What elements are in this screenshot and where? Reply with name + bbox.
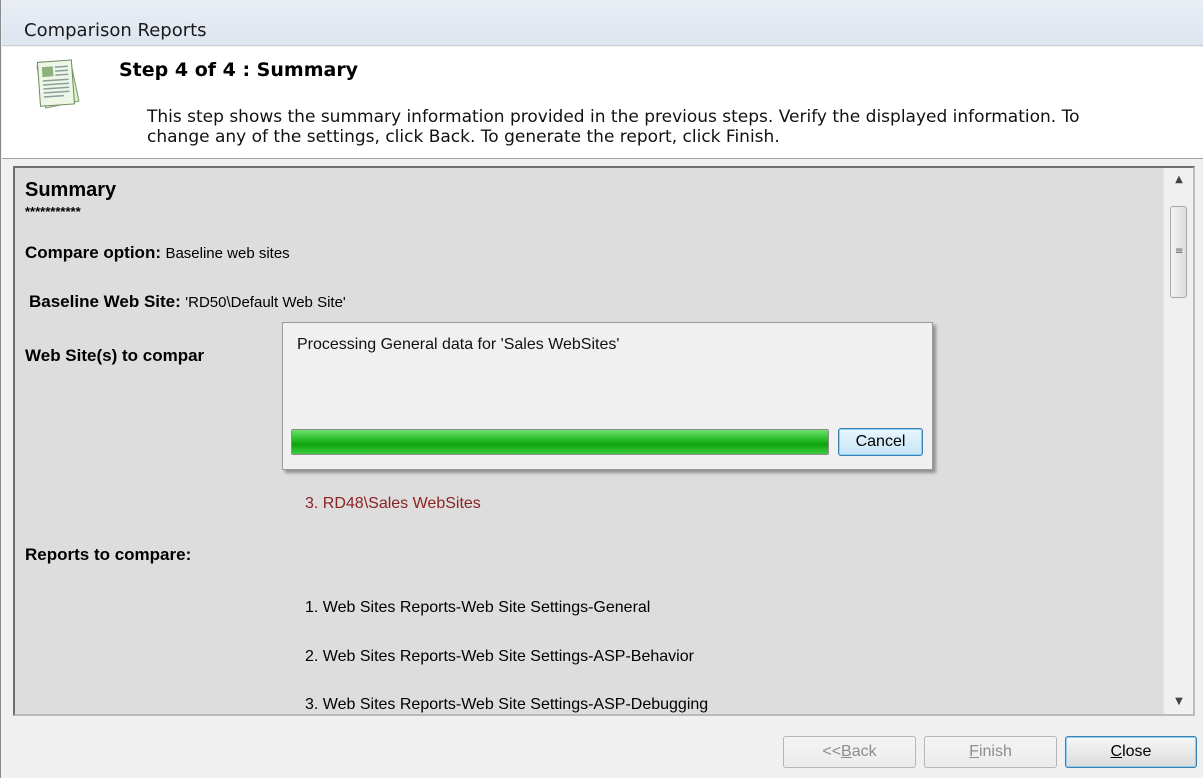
progress-dialog: Processing General data for 'Sales WebSi… (282, 322, 933, 470)
cancel-button[interactable]: Cancel (838, 428, 923, 456)
finish-button-rest: inish (978, 743, 1012, 760)
report-item-1: 1. Web Sites Reports-Web Site Settings-G… (305, 599, 651, 616)
back-button-prefix: << (822, 743, 842, 760)
step-title: Step 4 of 4 : Summary (119, 59, 359, 81)
scroll-down-arrow-icon[interactable]: ▼ (1164, 690, 1193, 714)
sites-to-compare-label: Web Site(s) to compar (25, 346, 205, 365)
baseline-value: 'RD50\Default Web Site' (185, 294, 346, 311)
baseline-row: Baseline Web Site: 'RD50\Default Web Sit… (29, 292, 346, 312)
window-title: Comparison Reports (24, 20, 207, 41)
back-button-key: B (841, 743, 852, 760)
comparison-reports-window: Comparison Reports Step 4 of 4 : Summary… (0, 0, 1203, 778)
site-item-3: 3. RD48\Sales WebSites (305, 495, 481, 512)
report-item-2: 2. Web Sites Reports-Web Site Settings-A… (305, 648, 694, 665)
report-pages-icon (36, 59, 80, 109)
finish-button[interactable]: Finish (924, 736, 1057, 768)
reports-to-compare-label: Reports to compare: (25, 545, 192, 564)
vertical-scrollbar[interactable]: ▲ ≡ ▼ (1163, 168, 1193, 714)
summary-heading: Summary (25, 179, 117, 201)
finish-button-key: F (969, 743, 979, 760)
compare-option-value: Baseline web sites (165, 245, 290, 262)
scroll-up-arrow-icon[interactable]: ▲ (1164, 168, 1193, 192)
baseline-label: Baseline Web Site: (29, 292, 181, 311)
compare-option-row: Compare option: Baseline web sites (25, 243, 290, 263)
grip-icon: ≡ (1175, 246, 1184, 257)
close-button-rest: lose (1122, 743, 1152, 760)
progress-fill (292, 430, 828, 454)
back-button[interactable]: <<Back (783, 736, 916, 768)
wizard-header: Step 4 of 4 : Summary This step shows th… (2, 47, 1203, 159)
progress-message: Processing General data for 'Sales WebSi… (297, 336, 620, 353)
title-bar: Comparison Reports (2, 0, 1203, 46)
back-button-rest: ack (851, 743, 877, 760)
scrollbar-thumb[interactable]: ≡ (1170, 206, 1187, 298)
close-button-key: C (1110, 743, 1123, 760)
progress-bar (291, 429, 829, 455)
summary-underline: *********** (25, 204, 81, 219)
step-description: This step shows the summary information … (147, 107, 1080, 147)
close-button[interactable]: Close (1065, 736, 1197, 768)
report-item-3: 3. Web Sites Reports-Web Site Settings-A… (305, 696, 709, 713)
compare-option-label: Compare option: (25, 243, 161, 262)
